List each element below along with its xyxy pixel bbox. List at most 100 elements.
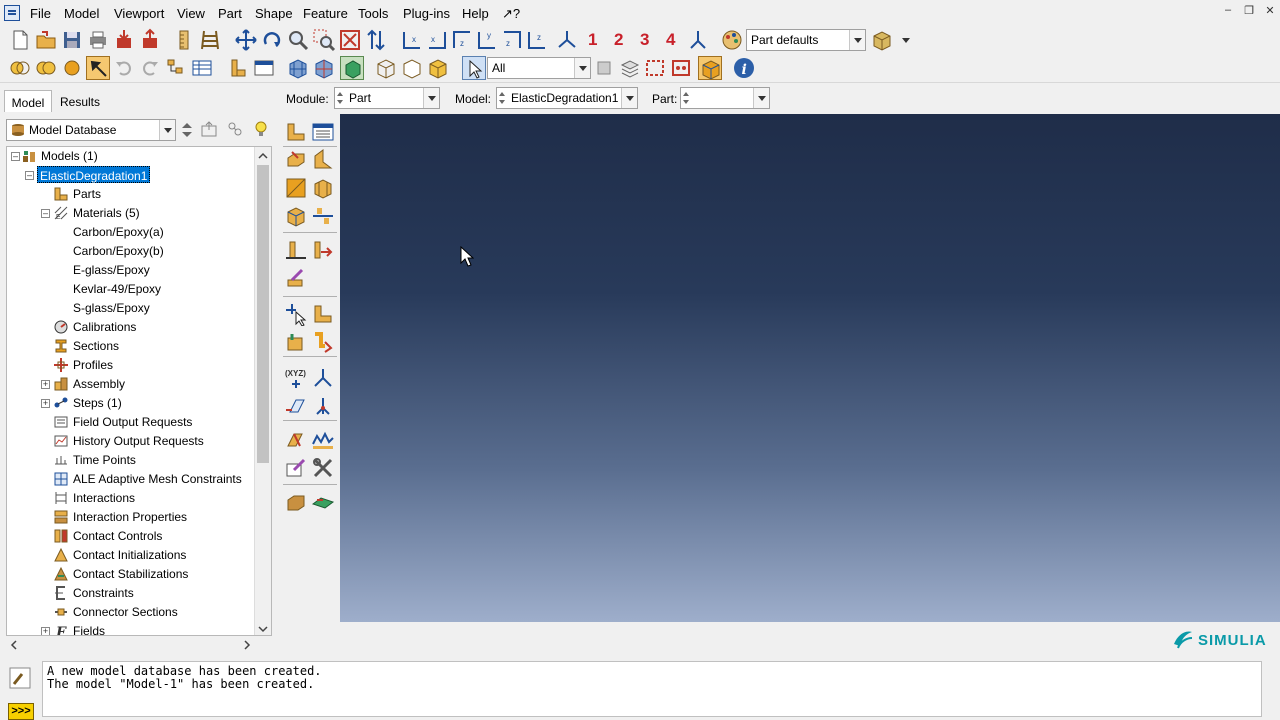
view-front-icon[interactable]: x <box>400 28 424 52</box>
menu-help[interactable]: Help <box>462 6 489 21</box>
sphere-icon[interactable] <box>60 56 84 80</box>
green-cube-icon[interactable] <box>340 56 364 80</box>
color-palette-icon[interactable] <box>720 28 744 52</box>
create-solid-sweep-icon[interactable] <box>311 330 335 354</box>
table-icon[interactable] <box>190 56 214 80</box>
create-surface-icon[interactable] <box>311 428 335 452</box>
part-box-icon[interactable] <box>698 56 722 80</box>
shaded-cube-icon[interactable] <box>426 56 450 80</box>
create-shell-planar-icon[interactable] <box>311 490 335 514</box>
menu-feature[interactable]: Feature <box>303 6 348 21</box>
new-file-icon[interactable] <box>8 28 32 52</box>
create-datum-axis-icon[interactable] <box>311 394 335 418</box>
create-datum-icon[interactable] <box>284 238 308 262</box>
chevron-down-icon[interactable] <box>258 623 268 633</box>
menu-shape[interactable]: Shape <box>255 6 293 21</box>
graphics-viewport[interactable] <box>340 114 1280 622</box>
assign-section-icon[interactable] <box>284 490 308 514</box>
tab-results[interactable]: Results <box>54 90 106 112</box>
tree-horizontal-scrollbar[interactable] <box>6 636 256 652</box>
ruler-icon[interactable] <box>172 28 196 52</box>
view-4-button[interactable]: 4 <box>666 30 675 50</box>
create-shell-icon[interactable] <box>311 148 335 172</box>
module-select[interactable]: Part <box>334 87 440 109</box>
minimize-icon[interactable]: – <box>1220 4 1236 20</box>
query-part-icon[interactable] <box>226 56 250 80</box>
sort-up-down-icon[interactable] <box>180 120 194 140</box>
create-set-icon[interactable] <box>284 428 308 452</box>
view-back-icon[interactable]: x <box>425 28 449 52</box>
scrollbar-thumb[interactable] <box>257 165 269 463</box>
tree-display-icon[interactable] <box>164 56 188 80</box>
pointer-tool-icon[interactable] <box>86 56 110 80</box>
edit-query-icon[interactable] <box>284 456 308 480</box>
view-right-icon[interactable]: z <box>525 28 549 52</box>
menu-part[interactable]: Part <box>218 6 242 21</box>
menu-view[interactable]: View <box>177 6 205 21</box>
view-left-icon[interactable]: z <box>500 28 524 52</box>
create-solid-extrude-icon[interactable] <box>284 148 308 172</box>
pan-icon[interactable] <box>234 28 258 52</box>
menu-model[interactable]: Model <box>64 6 99 21</box>
ladder-icon[interactable] <box>198 28 222 52</box>
expand-toggle[interactable]: + <box>41 399 50 408</box>
lightbulb-icon[interactable] <box>252 120 270 138</box>
select-arrow-icon[interactable] <box>462 56 486 80</box>
message-area-icon[interactable] <box>8 666 32 690</box>
export-icon[interactable] <box>138 28 162 52</box>
selection-filter-select[interactable]: All <box>487 57 591 79</box>
tree-vertical-scrollbar[interactable] <box>254 147 271 635</box>
collapse-toggle[interactable]: – <box>11 152 20 161</box>
rotate-icon[interactable] <box>260 28 284 52</box>
menu-file[interactable]: File <box>30 6 51 21</box>
layers-icon[interactable] <box>618 56 642 80</box>
collapse-tree-icon[interactable] <box>200 120 218 138</box>
model-database-select[interactable]: Model Database <box>6 119 176 141</box>
collapse-toggle[interactable]: – <box>25 171 34 180</box>
select-options-icon[interactable] <box>592 56 616 80</box>
create-solid-icon[interactable] <box>284 204 308 228</box>
box-zoom-icon[interactable] <box>312 28 336 52</box>
view-bottom-icon[interactable]: y <box>475 28 499 52</box>
mesh-red-cube-icon[interactable] <box>312 56 336 80</box>
magnify-icon[interactable] <box>286 28 310 52</box>
chevron-up-icon[interactable] <box>258 150 268 160</box>
wire-cube-icon[interactable] <box>374 56 398 80</box>
datum-arrow-icon[interactable] <box>311 238 335 262</box>
tab-model[interactable]: Model <box>4 90 52 112</box>
part-defaults-select[interactable]: Part defaults <box>746 29 866 51</box>
restore-icon[interactable]: ❐ <box>1241 4 1257 20</box>
redo-icon[interactable] <box>138 56 162 80</box>
filter-tree-icon[interactable] <box>226 120 244 138</box>
wire-spheres-icon[interactable] <box>34 56 58 80</box>
close-icon[interactable]: ✕ <box>1262 4 1278 20</box>
create-solid-revolve-icon[interactable] <box>284 330 308 354</box>
create-part-icon[interactable] <box>284 120 308 144</box>
mesh-cube-icon[interactable] <box>286 56 310 80</box>
select-geometry-icon[interactable] <box>284 302 308 327</box>
shaded-spheres-icon[interactable] <box>8 56 32 80</box>
part-manager-icon[interactable] <box>311 120 335 144</box>
menu-tools[interactable]: Tools <box>358 6 388 21</box>
create-datum-point-icon[interactable]: (XYZ) <box>284 366 308 390</box>
create-cut-icon[interactable] <box>284 176 308 200</box>
create-datum-plane-icon[interactable] <box>284 394 308 418</box>
import-icon[interactable] <box>112 28 136 52</box>
render-style-icon[interactable] <box>870 28 894 52</box>
menu-viewport[interactable]: Viewport <box>114 6 164 21</box>
hidden-cube-icon[interactable] <box>400 56 424 80</box>
edit-feature-icon[interactable] <box>284 266 308 290</box>
undo-icon[interactable] <box>112 56 136 80</box>
options-table-icon[interactable] <box>252 56 276 80</box>
menu-plugins[interactable]: Plug-ins <box>403 6 450 21</box>
part-spinner-icon[interactable] <box>683 90 690 106</box>
kernel-command-line-icon[interactable]: >>> <box>8 703 34 720</box>
create-wire-icon[interactable] <box>311 302 335 326</box>
module-spinner-icon[interactable] <box>337 90 344 106</box>
drag-select-icon[interactable] <box>670 56 694 80</box>
model-spinner-icon[interactable] <box>499 90 506 106</box>
open-file-icon[interactable] <box>34 28 58 52</box>
create-round-icon[interactable] <box>311 176 335 200</box>
collapse-toggle[interactable]: – <box>41 209 50 218</box>
repair-tools-icon[interactable] <box>311 456 335 480</box>
